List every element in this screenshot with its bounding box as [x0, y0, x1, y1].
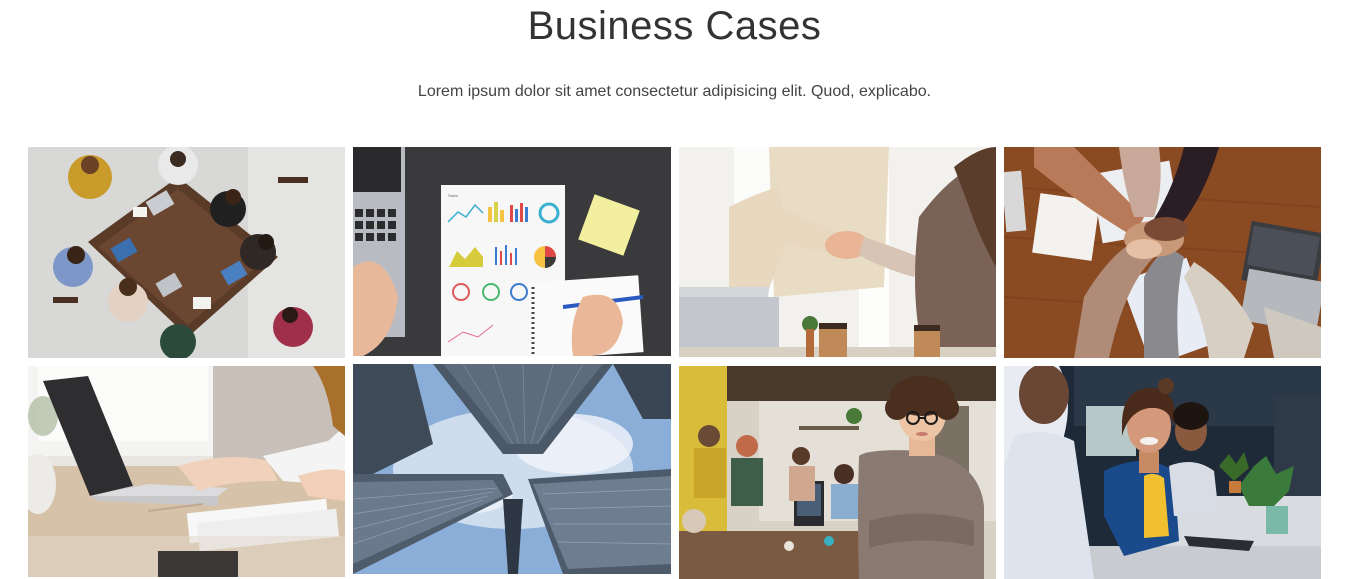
business-cases-section: Business Cases Lorem ipsum dolor sit ame…	[0, 0, 1349, 579]
section-title: Business Cases	[527, 4, 822, 48]
laptop-typing-photo[interactable]	[28, 366, 345, 577]
handshake-photo[interactable]	[679, 147, 996, 357]
office-woman-arms-crossed-photo[interactable]	[679, 366, 996, 579]
financial-charts-desk-photo[interactable]: Sales	[353, 147, 671, 356]
section-subtitle: Lorem ipsum dolor sit amet consectetur a…	[417, 83, 932, 100]
team-meeting-overhead-photo[interactable]	[28, 147, 345, 358]
svg-text:Sales: Sales	[448, 193, 458, 198]
hands-stacked-teamwork-photo[interactable]	[1004, 147, 1321, 358]
image-gallery: Sales	[28, 147, 1321, 579]
skyscrapers-looking-up-photo[interactable]	[353, 364, 671, 574]
smiling-coworkers-office-photo[interactable]	[1004, 366, 1321, 579]
